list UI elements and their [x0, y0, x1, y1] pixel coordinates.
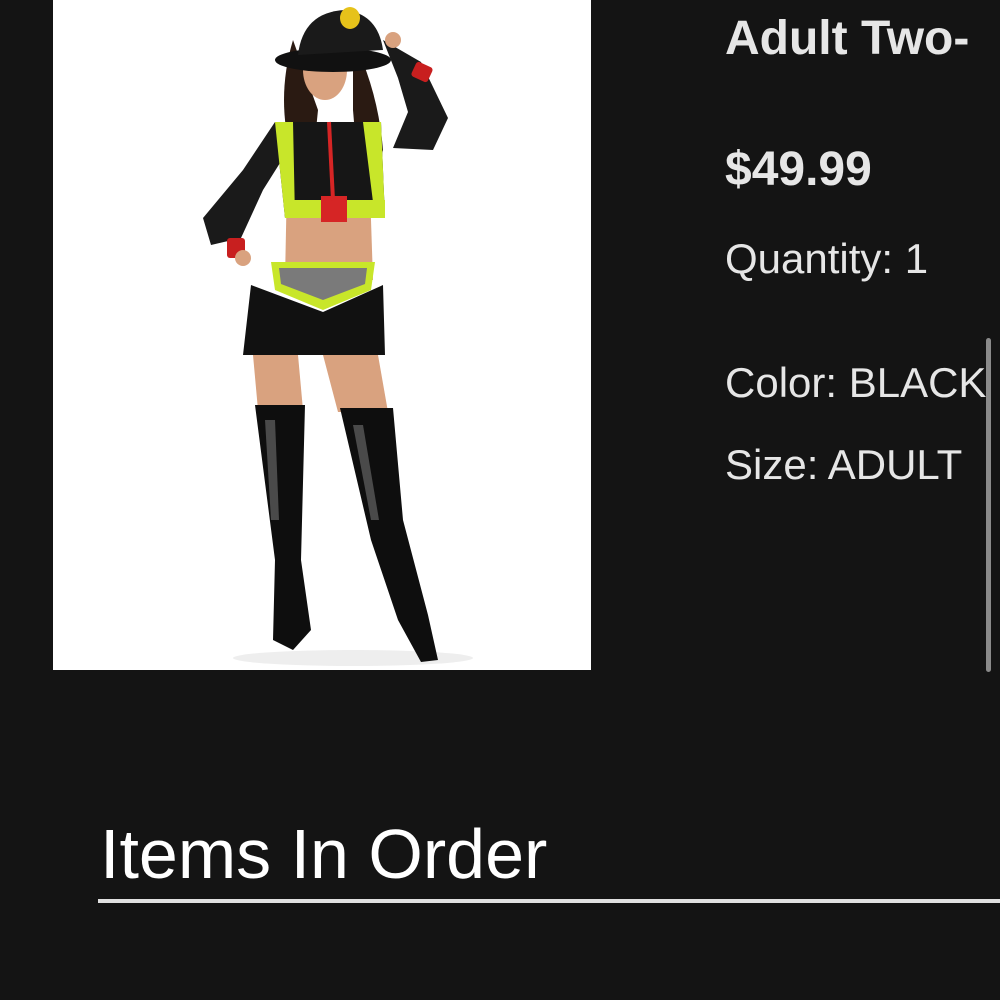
quantity-label: Quantity: 1 [725, 235, 929, 282]
order-item-details: Adult Two- $49.99 Quantity: 1 Color: BLA… [725, 0, 1000, 700]
size-label: Size: ADULT [725, 441, 963, 488]
product-image[interactable] [53, 0, 591, 670]
order-confirmation-page: Adult Two- $49.99 Quantity: 1 Color: BLA… [0, 0, 1000, 1000]
items-in-order-heading: Items In Order [100, 815, 548, 893]
product-price: $49.99 [725, 143, 872, 196]
color-label: Color: BLACK [725, 359, 987, 406]
costume-photo-illustration [203, 7, 473, 666]
section-divider [98, 899, 1000, 903]
product-title[interactable]: Adult Two- [725, 10, 969, 68]
scrollbar-thumb[interactable] [986, 338, 991, 672]
